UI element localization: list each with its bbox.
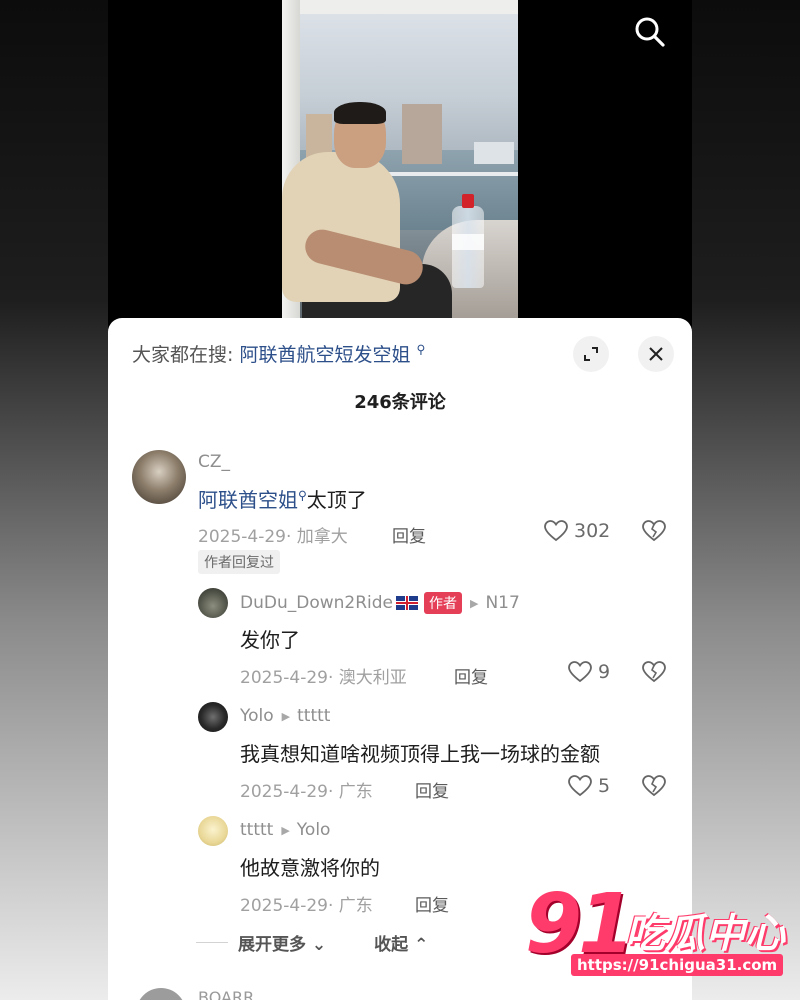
reply-date: 2025-4-29 bbox=[240, 668, 328, 688]
chevron-up-icon: ⌃ bbox=[414, 935, 429, 955]
phone-screen: 大家都在搜: 阿联酋航空短发空姐 ⚲ 246条评论 CZ_ 阿联酋空姐⚲太顶了 bbox=[108, 0, 692, 1000]
reply-meta: 2025-4-29· 澳大利亚 bbox=[240, 663, 407, 688]
collapse-label: 收起 bbox=[374, 935, 409, 955]
reply-user-line: ttttt ▶ Yolo bbox=[240, 820, 330, 840]
building bbox=[402, 104, 442, 164]
author-badge: 作者 bbox=[424, 592, 462, 614]
reply-date: 2025-4-29 bbox=[240, 896, 328, 916]
hot-search-query[interactable]: 阿联酋航空短发空姐 bbox=[239, 344, 410, 366]
video-player[interactable] bbox=[108, 0, 692, 330]
comment-date: 2025-4-29 bbox=[198, 527, 286, 547]
comment-username[interactable]: CZ_ bbox=[198, 452, 230, 472]
reply-to-username[interactable]: Yolo bbox=[297, 820, 331, 840]
reply-location: · 广东 bbox=[327, 896, 373, 916]
water-bottle bbox=[462, 194, 474, 208]
reply-user-line: DuDu_Down2Ride 作者 ▶ N17 bbox=[240, 592, 520, 614]
hot-search-bar: 大家都在搜: 阿联酋航空短发空姐 ⚲ bbox=[132, 340, 425, 367]
author-replied-tag: 作者回复过 bbox=[198, 550, 280, 574]
comment-location: · 加拿大 bbox=[285, 527, 348, 547]
reply-arrow-icon: ▶ bbox=[281, 823, 290, 837]
like-button[interactable]: 9 bbox=[568, 661, 610, 683]
avatar[interactable] bbox=[198, 702, 228, 732]
divider bbox=[196, 942, 228, 943]
heart-icon bbox=[568, 661, 592, 683]
reply-username[interactable]: Yolo bbox=[240, 706, 274, 726]
watermark-url: https://91chigua31.com bbox=[571, 954, 784, 976]
hot-search-prefix: 大家都在搜: bbox=[132, 344, 234, 366]
uk-flag-icon bbox=[396, 596, 418, 610]
reply-button[interactable]: 回复 bbox=[415, 777, 449, 802]
collapse-button[interactable]: 收起 ⌃ bbox=[374, 930, 428, 955]
avatar[interactable] bbox=[136, 988, 186, 1000]
replies-controls: 展开更多 ⌄ 收起 ⌃ bbox=[196, 930, 428, 955]
dislike-icon[interactable] bbox=[642, 520, 666, 546]
avatar[interactable] bbox=[132, 450, 186, 504]
reply-body: 我真想知道啥视频顶得上我一场球的金额 bbox=[240, 742, 600, 766]
water-bottle bbox=[452, 234, 484, 250]
site-watermark: 91 吃瓜中心 https://91chigua31.com bbox=[525, 880, 787, 990]
reply-date: 2025-4-29 bbox=[240, 782, 328, 802]
building bbox=[474, 142, 514, 164]
like-count: 9 bbox=[598, 661, 611, 683]
reply-button[interactable]: 回复 bbox=[415, 891, 449, 916]
video-frame bbox=[282, 0, 518, 318]
reply-to-username[interactable]: N17 bbox=[485, 593, 519, 613]
comment-body-link[interactable]: 阿联酋空姐 bbox=[198, 488, 298, 512]
chevron-down-icon: ⌄ bbox=[311, 935, 327, 955]
like-button[interactable]: 302 bbox=[544, 520, 610, 542]
expand-more-button[interactable]: 展开更多 ⌄ bbox=[238, 930, 326, 955]
like-count: 302 bbox=[574, 520, 611, 542]
reply-button[interactable]: 回复 bbox=[392, 522, 426, 547]
avatar[interactable] bbox=[198, 588, 228, 618]
close-icon[interactable] bbox=[638, 336, 674, 372]
comment-body-text: 太顶了 bbox=[306, 488, 367, 512]
search-icon: ⚲ bbox=[416, 342, 426, 357]
reply-user-line: Yolo ▶ ttttt bbox=[240, 706, 330, 726]
comment-meta: 2025-4-29· 加拿大 bbox=[198, 522, 348, 547]
reply-location: · 澳大利亚 bbox=[327, 668, 407, 688]
reply-arrow-icon: ▶ bbox=[281, 709, 291, 723]
watermark-title: 吃瓜中心 bbox=[625, 911, 785, 957]
reply-username[interactable]: DuDu_Down2Ride bbox=[240, 593, 393, 613]
reply-to-username[interactable]: ttttt bbox=[297, 706, 330, 726]
reply-meta: 2025-4-29· 广东 bbox=[240, 777, 373, 802]
window-frame bbox=[282, 0, 518, 14]
avatar[interactable] bbox=[198, 816, 228, 846]
comment-username[interactable]: BOARR bbox=[198, 988, 254, 1000]
search-icon: ⚲ bbox=[298, 488, 307, 503]
reply-body: 发你了 bbox=[240, 628, 300, 652]
comment-body: 阿联酋空姐⚲太顶了 bbox=[198, 484, 367, 513]
person bbox=[334, 102, 386, 124]
expand-icon[interactable] bbox=[573, 336, 609, 372]
dislike-icon[interactable] bbox=[642, 775, 666, 801]
reply-location: · 广东 bbox=[327, 782, 373, 802]
person bbox=[282, 152, 400, 302]
reply-meta: 2025-4-29· 广东 bbox=[240, 891, 373, 916]
reply-arrow-icon: ▶ bbox=[470, 596, 479, 610]
comment-count: 246条评论 bbox=[354, 392, 446, 413]
search-icon[interactable] bbox=[632, 14, 668, 50]
heart-icon bbox=[544, 520, 568, 542]
reply-button[interactable]: 回复 bbox=[454, 663, 488, 688]
heart-icon bbox=[568, 775, 592, 797]
like-count: 5 bbox=[598, 775, 611, 797]
dislike-icon[interactable] bbox=[642, 661, 666, 687]
expand-more-label: 展开更多 bbox=[238, 935, 306, 955]
reply-body: 他故意激将你的 bbox=[240, 856, 380, 880]
reply-username[interactable]: ttttt bbox=[240, 820, 273, 840]
like-button[interactable]: 5 bbox=[568, 775, 610, 797]
